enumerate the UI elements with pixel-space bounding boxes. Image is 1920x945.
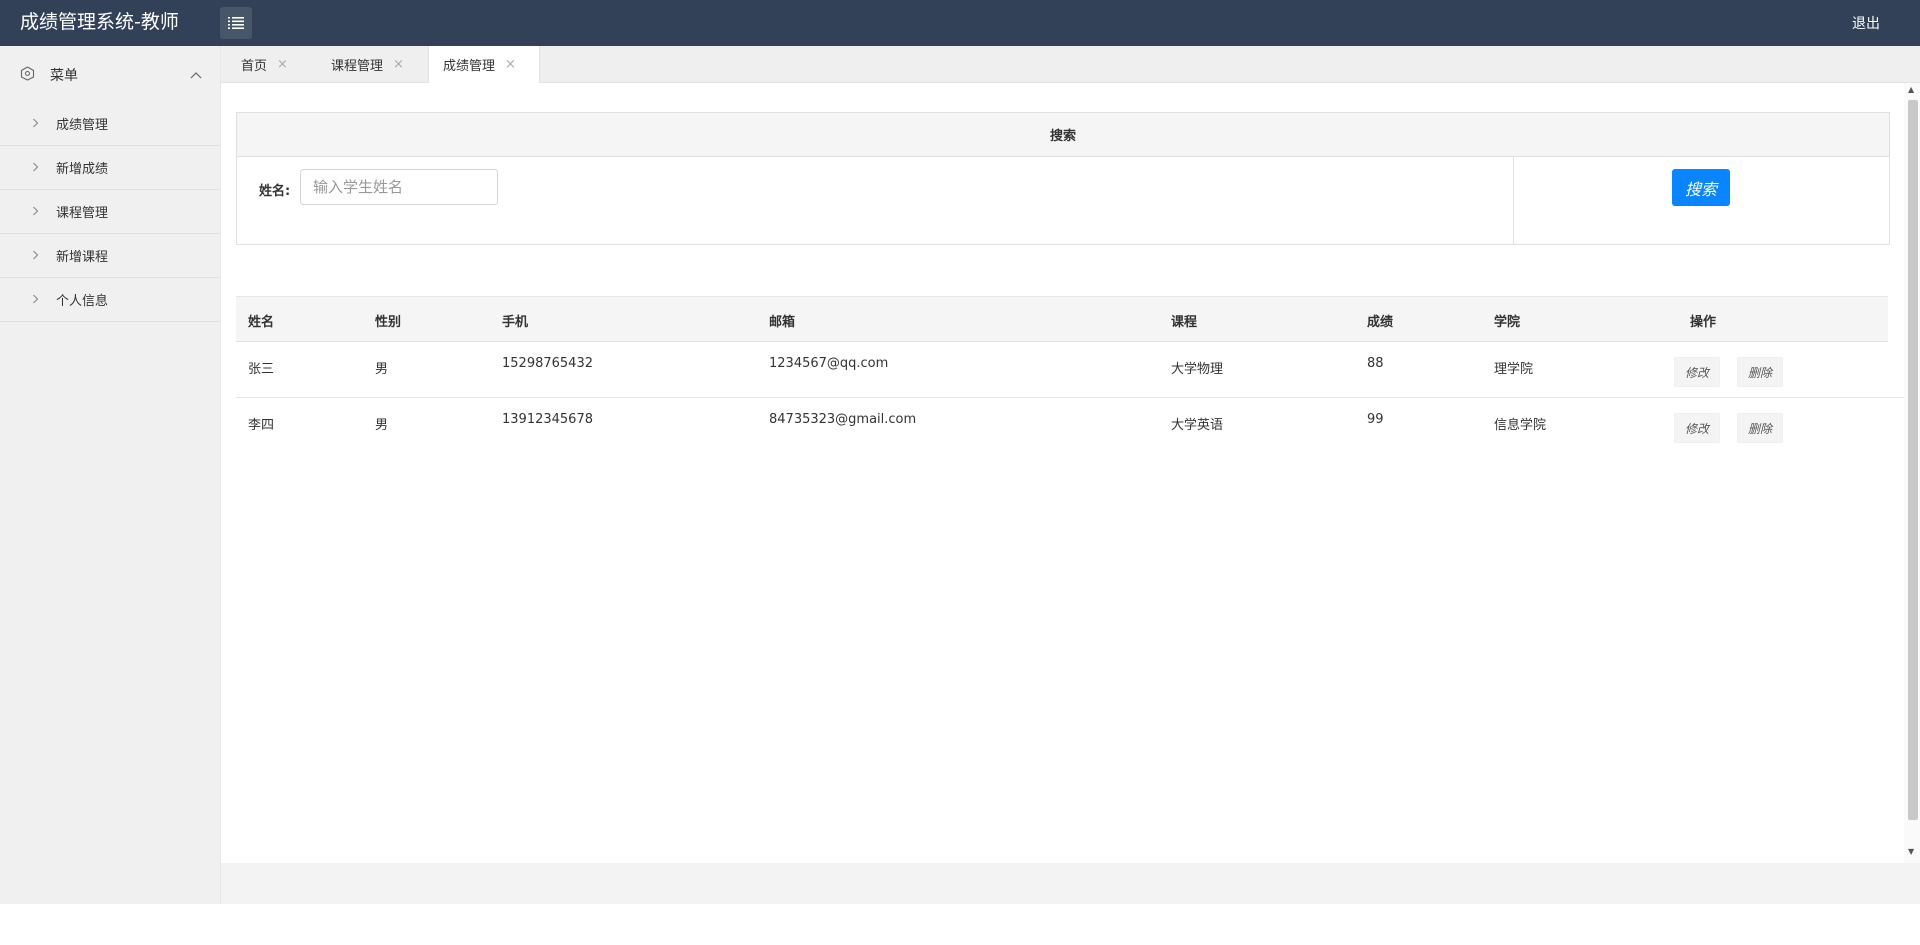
student-name-input[interactable] xyxy=(300,169,498,205)
cell-email: 84735323@gmail.com xyxy=(769,412,917,427)
chevron-right-icon xyxy=(32,205,39,220)
table-row: 张三 男 15298765432 1234567@qq.com 大学物理 88 … xyxy=(236,342,1904,398)
cell-email: 1234567@qq.com xyxy=(769,356,889,371)
tab-bar: 首页 × 课程管理 × 成绩管理 × xyxy=(221,46,1920,83)
close-icon[interactable]: × xyxy=(505,57,516,72)
column-header-phone: 手机 xyxy=(502,315,529,330)
close-icon[interactable]: × xyxy=(277,57,288,72)
sidebar: 菜单 成绩管理 新增成绩 课程管理 新增课程 个人信息 xyxy=(0,46,221,904)
column-header-email: 邮箱 xyxy=(769,315,796,330)
column-header-course: 课程 xyxy=(1171,315,1198,330)
cell-name: 张三 xyxy=(248,362,275,377)
cell-gender: 男 xyxy=(375,418,389,433)
cell-course: 大学英语 xyxy=(1171,418,1224,433)
scrollbar-thumb[interactable] xyxy=(1908,100,1918,820)
sidebar-item-add-score[interactable]: 新增成绩 xyxy=(0,146,220,190)
tab-home[interactable]: 首页 × xyxy=(221,46,288,82)
table-header: 姓名 性别 手机 邮箱 课程 成绩 学院 操作 xyxy=(236,296,1888,342)
sidebar-item-label: 个人信息 xyxy=(56,294,109,309)
chevron-right-icon xyxy=(32,293,39,308)
cell-gender: 男 xyxy=(375,362,389,377)
close-icon[interactable]: × xyxy=(393,57,404,72)
sidebar-item-course-management[interactable]: 课程管理 xyxy=(0,190,220,234)
menu-icon xyxy=(20,66,35,85)
tab-label: 成绩管理 xyxy=(443,59,496,74)
delete-button[interactable]: 删除 xyxy=(1737,357,1784,387)
cell-score: 99 xyxy=(1367,412,1384,427)
sidebar-menu-header[interactable]: 菜单 xyxy=(0,46,220,102)
column-header-college: 学院 xyxy=(1494,315,1521,330)
column-header-score: 成绩 xyxy=(1367,315,1394,330)
column-header-name: 姓名 xyxy=(248,315,275,330)
app-title: 成绩管理系统-教师 xyxy=(20,11,179,33)
chevron-right-icon xyxy=(32,161,39,176)
scroll-up-arrow-icon[interactable]: ▲ xyxy=(1908,85,1914,94)
tab-course-management[interactable]: 课程管理 × xyxy=(311,46,404,82)
name-label: 姓名: xyxy=(259,184,291,199)
edit-button[interactable]: 修改 xyxy=(1674,357,1721,387)
sidebar-item-label: 新增成绩 xyxy=(56,162,109,177)
tab-score-management[interactable]: 成绩管理 × xyxy=(428,46,540,83)
cell-college: 理学院 xyxy=(1494,362,1534,377)
chevron-up-icon xyxy=(190,67,202,83)
cell-phone: 13912345678 xyxy=(502,412,593,427)
sidebar-item-add-course[interactable]: 新增课程 xyxy=(0,234,220,278)
column-header-actions: 操作 xyxy=(1690,315,1717,330)
divider xyxy=(1513,157,1514,244)
search-panel-title: 搜索 xyxy=(237,113,1889,157)
sidebar-item-label: 课程管理 xyxy=(56,206,109,221)
search-button[interactable]: 搜索 xyxy=(1672,169,1730,206)
sidebar-item-label: 新增课程 xyxy=(56,250,109,265)
tab-label: 首页 xyxy=(241,58,268,74)
footer-strip xyxy=(221,863,1920,904)
score-table: 姓名 性别 手机 邮箱 课程 成绩 学院 操作 张三 男 15298765432… xyxy=(236,296,1904,453)
delete-button[interactable]: 删除 xyxy=(1737,413,1784,443)
search-panel: 搜索 姓名: 搜索 xyxy=(236,112,1890,245)
logout-link[interactable]: 退出 xyxy=(1852,13,1880,33)
chevron-right-icon xyxy=(32,249,39,264)
vertical-scrollbar[interactable]: ▲ ▼ xyxy=(1904,83,1920,863)
menu-toggle-button[interactable] xyxy=(220,7,252,39)
cell-score: 88 xyxy=(1367,356,1384,371)
cell-phone: 15298765432 xyxy=(502,356,593,371)
sidebar-menu-label: 菜单 xyxy=(50,68,78,84)
sidebar-item-personal-info[interactable]: 个人信息 xyxy=(0,278,220,322)
cell-college: 信息学院 xyxy=(1494,418,1547,433)
sidebar-item-score-management[interactable]: 成绩管理 xyxy=(0,102,220,146)
cell-course: 大学物理 xyxy=(1171,362,1224,377)
main-content: 搜索 姓名: 搜索 姓名 性别 手机 邮箱 课程 成绩 学院 操作 张三 男 1… xyxy=(221,83,1904,863)
list-icon xyxy=(228,17,244,29)
chevron-right-icon xyxy=(32,117,39,132)
scroll-down-arrow-icon[interactable]: ▼ xyxy=(1908,847,1914,856)
column-header-gender: 性别 xyxy=(375,315,402,330)
table-row: 李四 男 13912345678 84735323@gmail.com 大学英语… xyxy=(236,398,1904,453)
tab-label: 课程管理 xyxy=(331,58,384,74)
top-bar: 成绩管理系统-教师 退出 xyxy=(0,0,1920,46)
cell-name: 李四 xyxy=(248,418,275,433)
search-row: 姓名: 搜索 xyxy=(237,157,1889,244)
edit-button[interactable]: 修改 xyxy=(1674,413,1721,443)
sidebar-item-label: 成绩管理 xyxy=(56,118,109,133)
